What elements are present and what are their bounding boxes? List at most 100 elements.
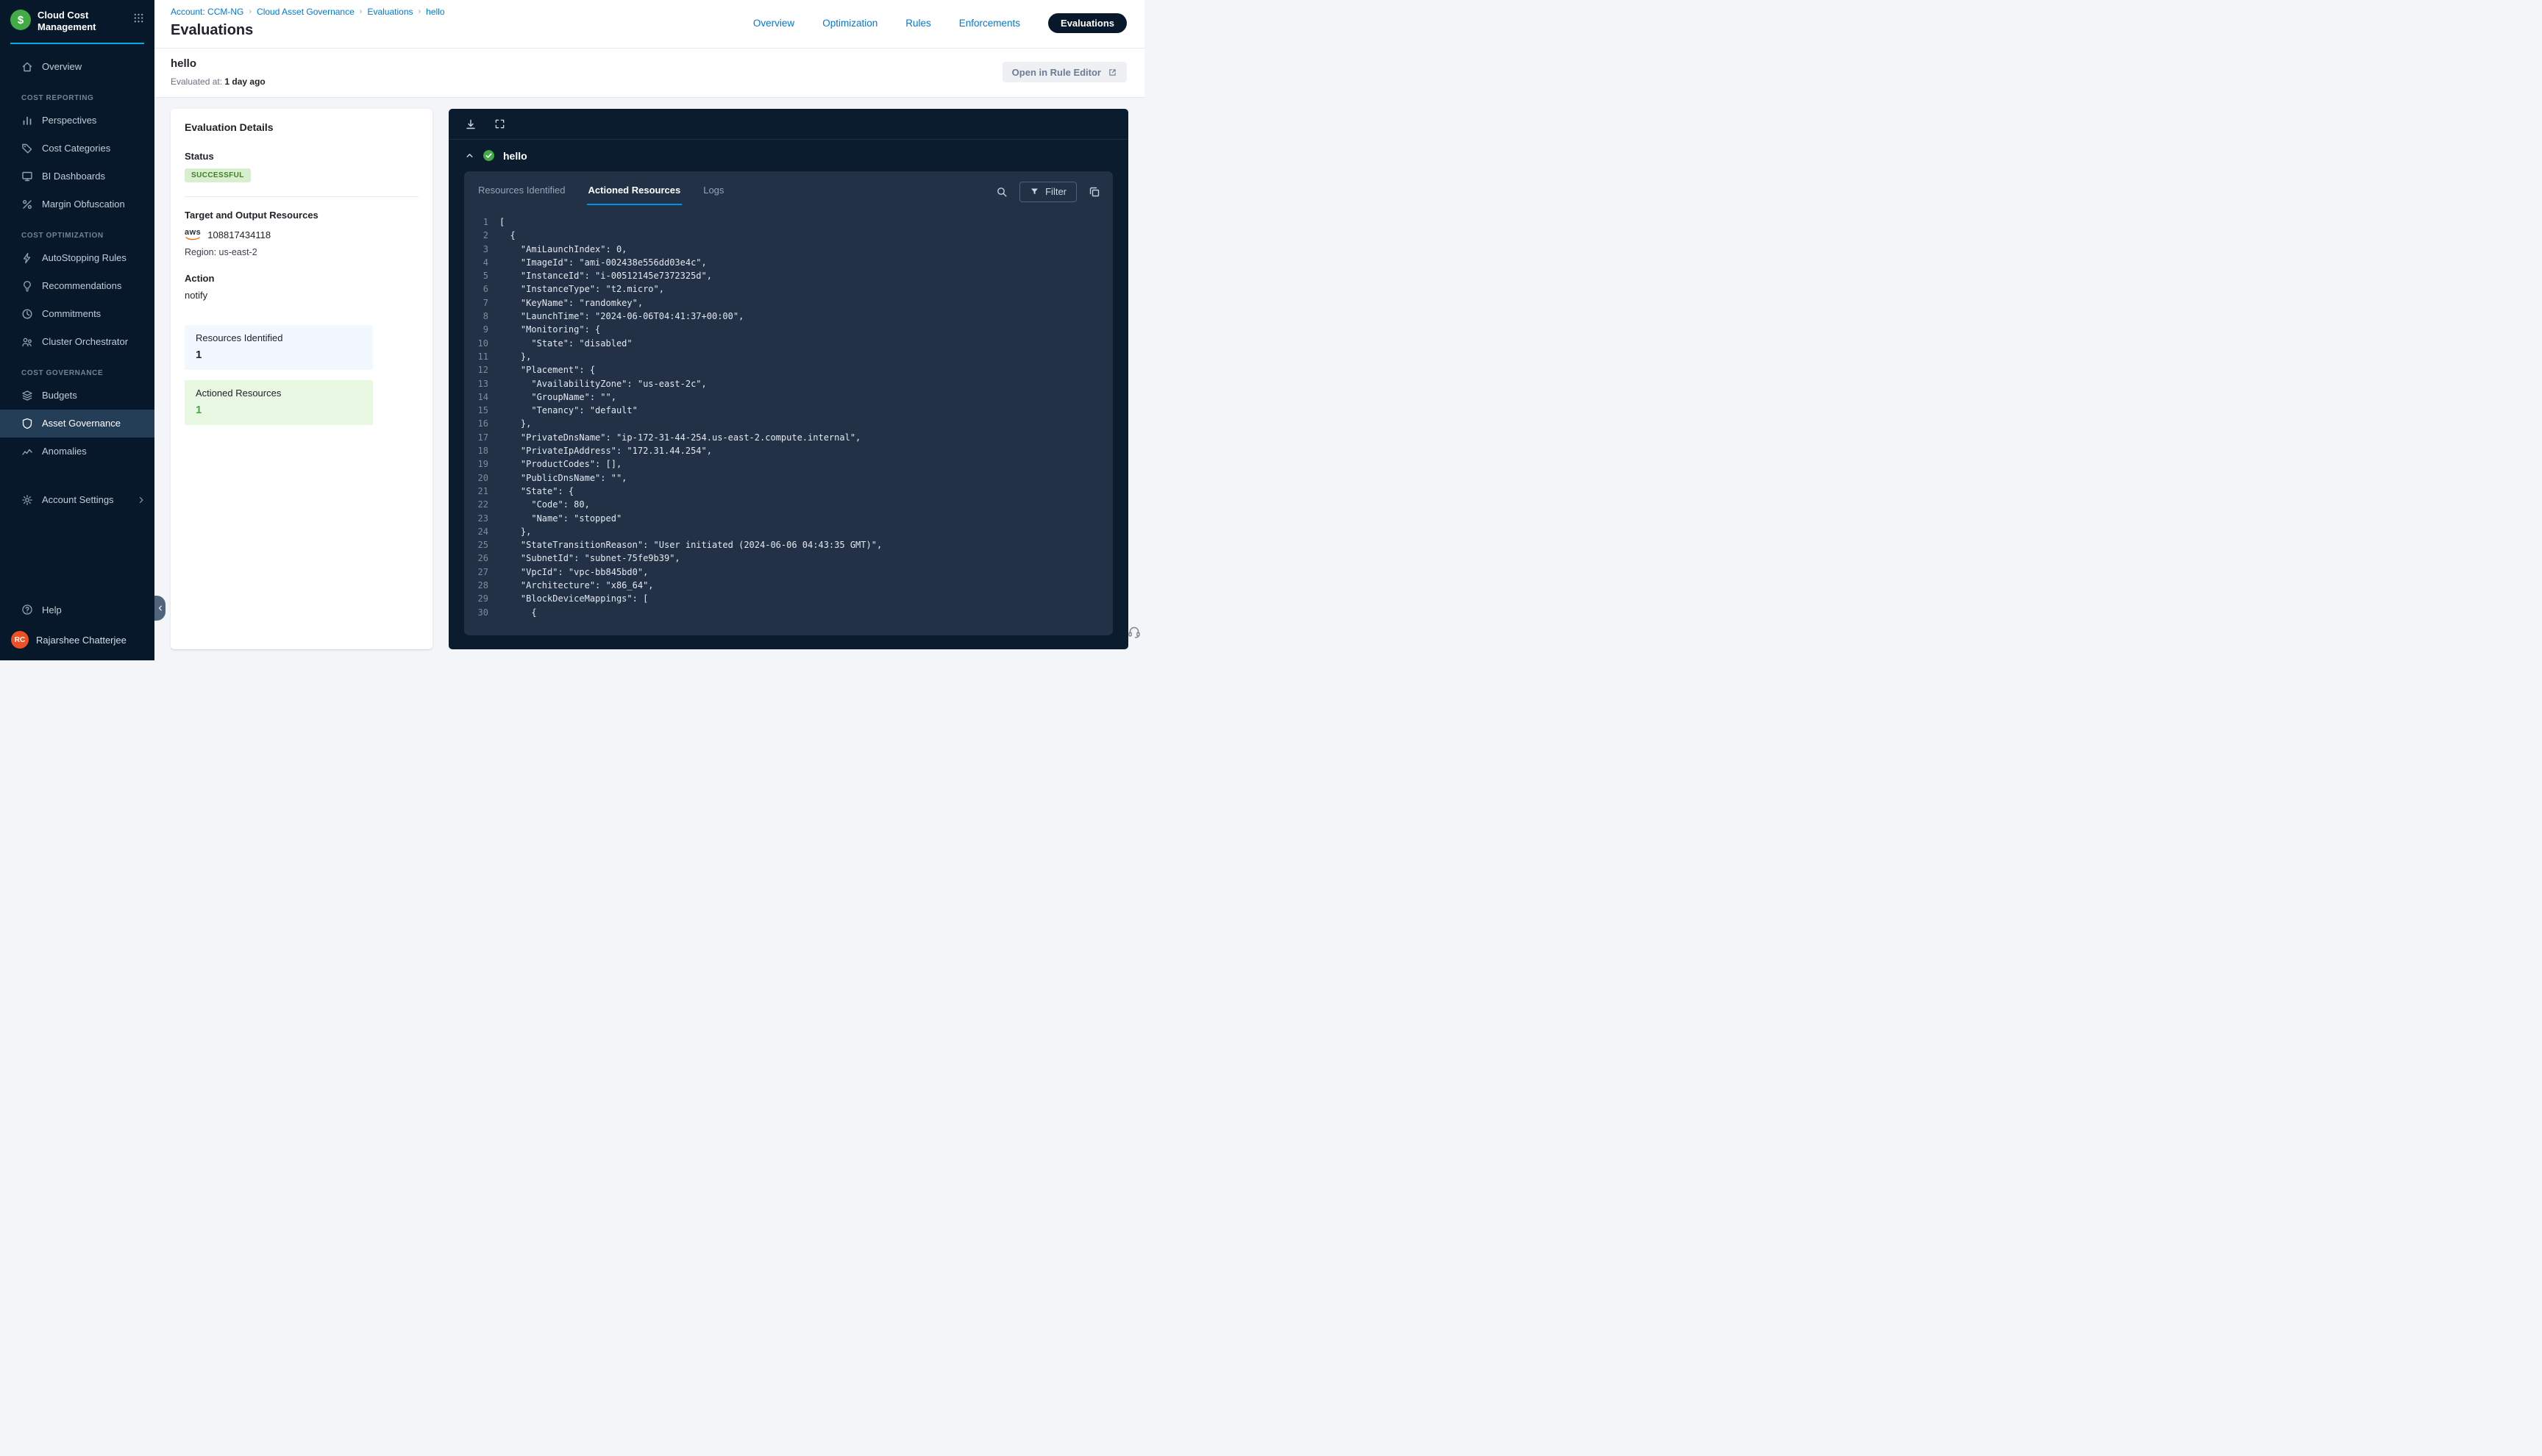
sidebar-section-cost-governance: COST GOVERNANCE — [0, 356, 154, 382]
sidebar-item-commitments[interactable]: Commitments — [0, 300, 154, 328]
evaluated-at-value: 1 day ago — [224, 76, 265, 87]
user-group-icon — [21, 336, 33, 348]
breadcrumb-asset-governance[interactable]: Cloud Asset Governance — [257, 7, 355, 17]
json-viewer: 1 2 3 4 5 6 7 8 9 10 11 12 13 14 15 16 1… — [464, 205, 1113, 635]
target-resources-label: Target and Output Resources — [185, 210, 419, 221]
action-value: notify — [185, 290, 419, 301]
evaluated-at-label: Evaluated at: — [171, 76, 222, 87]
aws-account-row: aws 108817434118 — [185, 229, 419, 240]
nav-evaluations-active[interactable]: Evaluations — [1048, 13, 1127, 33]
nav-optimization[interactable]: Optimization — [822, 18, 877, 29]
tab-resources-identified[interactable]: Resources Identified — [477, 178, 567, 205]
lightning-icon — [21, 252, 33, 264]
filter-button[interactable]: Filter — [1019, 182, 1077, 202]
sidebar-item-recommendations[interactable]: Recommendations — [0, 272, 154, 300]
help-label: Help — [42, 604, 62, 615]
sidebar-item-margin-obfuscation[interactable]: Margin Obfuscation — [0, 190, 154, 218]
search-icon[interactable] — [996, 186, 1008, 198]
open-rule-editor-button[interactable]: Open in Rule Editor — [1003, 62, 1127, 82]
brand-header: $ Cloud Cost Management — [0, 0, 154, 40]
funnel-icon — [1030, 187, 1039, 196]
question-circle-icon — [21, 604, 33, 615]
status-badge: SUCCESSFUL — [185, 168, 251, 182]
page-title: Evaluations — [171, 22, 445, 39]
shield-icon — [21, 418, 33, 429]
dashboard-monitor-icon — [21, 171, 33, 182]
copy-icon[interactable] — [1089, 186, 1100, 198]
sidebar-item-label: Commitments — [42, 308, 101, 319]
user-menu[interactable]: RC Rajarshee Chatterjee — [0, 624, 154, 652]
evaluated-at: Evaluated at: 1 day ago — [171, 76, 266, 87]
card-title: Evaluation Details — [185, 121, 419, 133]
breadcrumb-separator-icon: › — [360, 7, 363, 16]
evaluation-details-card: Evaluation Details Status SUCCESSFUL Tar… — [171, 109, 432, 649]
sidebar-item-label: Anomalies — [42, 446, 87, 457]
sidebar-item-perspectives[interactable]: Perspectives — [0, 107, 154, 135]
apps-grid-icon[interactable] — [133, 13, 144, 24]
sidebar-section-cost-optimization: COST OPTIMIZATION — [0, 218, 154, 244]
chevron-up-icon[interactable] — [465, 151, 474, 160]
tab-logs[interactable]: Logs — [702, 178, 725, 205]
breadcrumb-account[interactable]: Account: CCM-NG — [171, 7, 243, 17]
result-toolbar: Filter — [996, 182, 1100, 202]
bar-chart-icon — [21, 115, 33, 126]
sidebar-collapse-handle[interactable] — [154, 596, 165, 621]
sidebar-item-label: Account Settings — [42, 494, 114, 505]
sidebar-item-label: Overview — [42, 61, 82, 72]
sidebar-item-autostopping-rules[interactable]: AutoStopping Rules — [0, 244, 154, 272]
sidebar-item-anomalies[interactable]: Anomalies — [0, 438, 154, 465]
sidebar-item-help[interactable]: Help — [0, 596, 154, 624]
sidebar-item-label: BI Dashboards — [42, 171, 105, 182]
breadcrumb-separator-icon: › — [249, 7, 252, 16]
code-line-numbers: 1 2 3 4 5 6 7 8 9 10 11 12 13 14 15 16 1… — [464, 215, 499, 631]
chevron-right-icon — [137, 496, 146, 504]
avatar: RC — [11, 631, 29, 649]
sidebar-item-label: AutoStopping Rules — [42, 252, 127, 263]
download-icon[interactable] — [465, 118, 477, 130]
fullscreen-icon[interactable] — [494, 118, 505, 129]
layers-icon — [21, 390, 33, 402]
evaluation-subheader: hello Evaluated at: 1 day ago Open in Ru… — [154, 49, 1144, 98]
code-content: [ { "AmiLaunchIndex": 0, "ImageId": "ami… — [499, 215, 1113, 631]
breadcrumb: Account: CCM-NG › Cloud Asset Governance… — [171, 7, 445, 17]
gear-icon — [21, 494, 33, 506]
sidebar-item-account-settings[interactable]: Account Settings — [0, 486, 154, 514]
sidebar-item-label: Cost Categories — [42, 143, 110, 154]
breadcrumb-evaluations[interactable]: Evaluations — [367, 7, 413, 17]
breadcrumb-current: hello — [426, 7, 444, 17]
aws-logo-icon: aws — [185, 229, 201, 240]
ccm-logo: $ — [10, 10, 31, 30]
nav-enforcements[interactable]: Enforcements — [959, 18, 1020, 29]
tab-actioned-resources[interactable]: Actioned Resources — [587, 178, 683, 205]
clock-icon — [21, 308, 33, 320]
sidebar-item-cluster-orchestrator[interactable]: Cluster Orchestrator — [0, 328, 154, 356]
app-title: Cloud Cost Management — [38, 10, 127, 33]
external-link-icon — [1108, 68, 1117, 77]
sidebar-item-cost-categories[interactable]: Cost Categories — [0, 135, 154, 163]
sidebar-item-bi-dashboards[interactable]: BI Dashboards — [0, 163, 154, 190]
nav-rules[interactable]: Rules — [905, 18, 931, 29]
status-label: Status — [185, 151, 419, 162]
evaluation-result-title: hello — [503, 150, 527, 162]
sidebar-item-asset-governance[interactable]: Asset Governance — [0, 410, 154, 438]
content-area: Evaluation Details Status SUCCESSFUL Tar… — [154, 98, 1144, 660]
percent-icon — [21, 199, 33, 210]
tag-icon — [21, 143, 33, 154]
trend-spike-icon — [21, 446, 33, 457]
sidebar-footer: Help RC Rajarshee Chatterjee — [0, 596, 154, 660]
sidebar-item-label: Budgets — [42, 390, 77, 401]
stat-label: Actioned Resources — [196, 388, 362, 399]
chevron-left-icon — [157, 604, 164, 612]
filter-label: Filter — [1045, 186, 1067, 197]
headset-support-icon[interactable] — [1128, 625, 1141, 638]
nav-overview[interactable]: Overview — [753, 18, 794, 29]
sidebar-item-label: Asset Governance — [42, 418, 121, 429]
result-tabs: Resources Identified Actioned Resources … — [477, 178, 725, 205]
user-name: Rajarshee Chatterjee — [36, 635, 127, 646]
evaluation-output-panel: hello Resources Identified Actioned Reso… — [449, 109, 1128, 649]
sidebar-item-budgets[interactable]: Budgets — [0, 382, 154, 410]
page-header: Account: CCM-NG › Cloud Asset Governance… — [154, 0, 1144, 49]
sidebar-item-overview[interactable]: Overview — [0, 53, 154, 81]
resources-identified-stat: Resources Identified 1 — [185, 325, 373, 370]
actioned-resources-stat: Actioned Resources 1 — [185, 380, 373, 425]
